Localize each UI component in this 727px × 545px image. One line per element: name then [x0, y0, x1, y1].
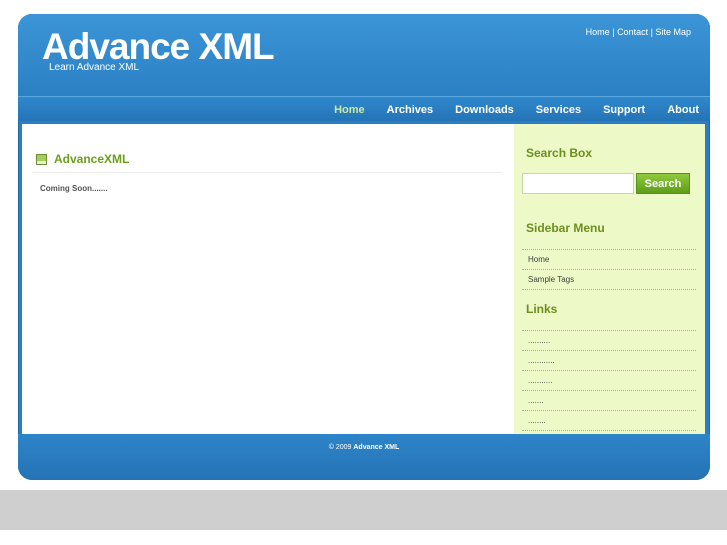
- site-footer: © 2009 Advance XML: [18, 434, 710, 480]
- post-icon: [36, 153, 47, 165]
- copyright-text: © 2009: [328, 444, 352, 451]
- links-heading: Links: [526, 302, 558, 316]
- toplink-home[interactable]: Home: [586, 27, 610, 37]
- nav-item-services[interactable]: Services: [525, 104, 592, 116]
- toplink-sitemap[interactable]: Site Map: [655, 27, 691, 37]
- post-body: Coming Soon.......: [40, 184, 108, 193]
- search-button[interactable]: Search: [636, 173, 690, 194]
- nav-item-about[interactable]: About: [656, 104, 710, 116]
- main-content: AdvanceXML Coming Soon.......: [22, 124, 514, 434]
- toplink-separator: |: [612, 27, 615, 37]
- copyright-site: Advance XML: [353, 444, 400, 451]
- post-divider: [32, 172, 502, 173]
- site-header: Advance XML Learn Advance XML Home | Con…: [18, 14, 710, 96]
- page-frame: Advance XML Learn Advance XML Home | Con…: [18, 14, 710, 480]
- link-item[interactable]: ...........: [522, 371, 696, 391]
- link-item[interactable]: ........: [522, 411, 696, 431]
- toplink-separator: |: [650, 27, 653, 37]
- sidebar: Search Box Search Sidebar Menu Home Samp…: [514, 124, 705, 434]
- main-nav: Home Archives Downloads Services Support…: [323, 97, 710, 122]
- post-title-row[interactable]: AdvanceXML: [36, 152, 129, 166]
- link-item[interactable]: .......: [522, 391, 696, 411]
- sidebar-menu: Home Sample Tags: [522, 249, 696, 290]
- nav-item-downloads[interactable]: Downloads: [444, 104, 525, 116]
- footer-copyright: © 2009 Advance XML: [18, 444, 710, 451]
- page-bottom-band: [0, 490, 727, 530]
- post-title[interactable]: AdvanceXML: [54, 152, 129, 166]
- toplink-contact[interactable]: Contact: [617, 27, 648, 37]
- nav-item-archives[interactable]: Archives: [376, 104, 444, 116]
- sidebar-menu-heading: Sidebar Menu: [526, 221, 605, 235]
- nav-item-support[interactable]: Support: [592, 104, 656, 116]
- sidebar-item-home[interactable]: Home: [522, 250, 696, 270]
- top-links: Home | Contact | Site Map: [586, 27, 691, 37]
- link-item[interactable]: ............: [522, 351, 696, 371]
- link-item[interactable]: ..........: [522, 331, 696, 351]
- search-heading: Search Box: [526, 146, 593, 160]
- links-list: .......... ............ ........... ....…: [522, 330, 696, 431]
- sidebar-item-sample-tags[interactable]: Sample Tags: [522, 270, 696, 290]
- main-navbar: Home Archives Downloads Services Support…: [18, 96, 710, 121]
- nav-item-home[interactable]: Home: [323, 104, 376, 116]
- search-input[interactable]: [522, 173, 634, 194]
- site-tagline: Learn Advance XML: [49, 62, 140, 73]
